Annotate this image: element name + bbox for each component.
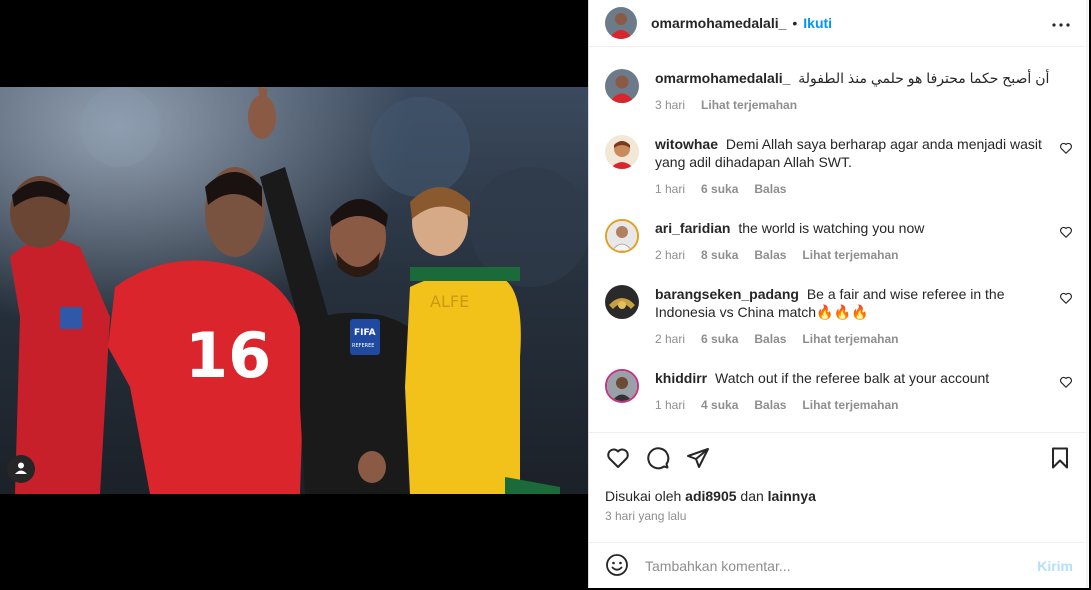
caption-text: أن أصبح حكما محترفا هو حلمي منذ الطفولة [798,70,1050,86]
photo-illustration: 16 FIFA REFEREE ALFE [0,87,588,494]
smiley-icon[interactable] [605,553,629,580]
see-translation-link[interactable]: Lihat terjemahan [802,330,898,348]
post-side-panel: omarmohamedalali_ • Ikuti omarmohamedala… [588,0,1089,588]
paper-plane-icon[interactable] [685,445,711,471]
likes-others[interactable]: lainnya [768,488,816,504]
comment-meta: 1 hari 6 suka Balas [655,180,1049,198]
comment-input[interactable] [645,558,1038,574]
heart-icon[interactable] [1059,225,1073,239]
caption-meta: 3 hari Lihat terjemahan [655,96,1073,114]
post-header: omarmohamedalali_ • Ikuti [589,0,1089,47]
author-avatar[interactable] [605,69,639,103]
comment-time[interactable]: 2 hari [655,246,685,264]
post-actions: Disukai oleh adi8905 dan lainnya 3 hari … [589,432,1089,588]
jersey-number: 16 [185,319,271,392]
author-avatar[interactable] [605,7,637,39]
comment-username[interactable]: ari_faridian [655,220,730,236]
comment-item: ari_faridian the world is watching you n… [605,219,1073,264]
fifa-badge: FIFA [354,328,376,338]
bookmark-icon[interactable] [1047,445,1073,471]
comment-likes[interactable]: 4 suka [701,396,738,414]
add-comment-bar: Kirim [589,542,1089,589]
commenter-avatar[interactable] [605,369,639,403]
comment-time[interactable]: 1 hari [655,396,685,414]
caption: omarmohamedalali_ أن أصبح حكما محترفا هو… [605,69,1073,114]
see-translation-link[interactable]: Lihat terjemahan [701,96,797,114]
reply-button[interactable]: Balas [754,180,786,198]
caption-username[interactable]: omarmohamedalali_ [655,70,790,86]
action-bar [605,445,1073,471]
post-photo[interactable]: 16 FIFA REFEREE ALFE [0,87,588,494]
likes-summary: Disukai oleh adi8905 dan lainnya [605,488,816,504]
comment-likes[interactable]: 8 suka [701,246,738,264]
post-media: 16 FIFA REFEREE ALFE [0,0,588,590]
panel-scrollbar[interactable] [1086,0,1088,588]
shirt-name: ALFE [430,292,469,311]
fifa-badge-sub: REFEREE [352,343,374,349]
comments-list[interactable]: omarmohamedalali_ أن أصبح حكما محترفا هو… [589,47,1089,432]
comment-username[interactable]: barangseken_padang [655,286,799,302]
see-translation-link[interactable]: Lihat terjemahan [802,396,898,414]
comment-item: barangseken_padang Be a fair and wise re… [605,285,1073,348]
reply-button[interactable]: Balas [754,396,786,414]
comment-meta: 2 hari 8 suka Balas Lihat terjemahan [655,246,1049,264]
person-icon [14,461,28,478]
more-horizontal-icon [1051,15,1071,31]
heart-icon[interactable] [605,445,631,471]
comment-time[interactable]: 2 hari [655,330,685,348]
tagged-people-button[interactable] [7,455,35,483]
comment-text: the world is watching you now [738,220,925,236]
comment-icon[interactable] [645,445,671,471]
comment-username[interactable]: khiddirr [655,370,707,386]
comment-username[interactable]: witowhae [655,136,718,152]
separator-dot: • [792,15,798,31]
likes-conj: dan [740,488,764,504]
comment-likes[interactable]: 6 suka [701,330,738,348]
heart-icon[interactable] [1059,375,1073,389]
comment-time[interactable]: 1 hari [655,180,685,198]
reply-button[interactable]: Balas [754,330,786,348]
comment-meta: 1 hari 4 suka Balas Lihat terjemahan [655,396,1049,414]
author-username[interactable]: omarmohamedalali_ [651,15,786,31]
post-comment-button[interactable]: Kirim [1037,558,1073,574]
commenter-avatar[interactable] [605,135,639,169]
commenter-avatar[interactable] [605,219,639,253]
post-timestamp[interactable]: 3 hari yang lalu [605,509,686,523]
comment-likes[interactable]: 6 suka [701,180,738,198]
caption-time[interactable]: 3 hari [655,96,685,114]
instagram-post: 16 FIFA REFEREE ALFE omarmohamedalali_ •… [0,0,1091,590]
follow-button[interactable]: Ikuti [803,15,832,31]
liker-username[interactable]: adi8905 [685,488,736,504]
likes-prefix: Disukai oleh [605,488,682,504]
reply-button[interactable]: Balas [754,246,786,264]
heart-icon[interactable] [1059,291,1073,305]
comment-item: witowhae Demi Allah saya berharap agar a… [605,135,1073,198]
comment-meta: 2 hari 6 suka Balas Lihat terjemahan [655,330,1049,348]
see-translation-link[interactable]: Lihat terjemahan [802,246,898,264]
comment-text: Watch out if the referee balk at your ac… [715,370,990,386]
comment-item: khiddirr Watch out if the referee balk a… [605,369,1073,414]
commenter-avatar[interactable] [605,285,639,319]
more-options-button[interactable] [1049,11,1073,35]
heart-icon[interactable] [1059,141,1073,155]
